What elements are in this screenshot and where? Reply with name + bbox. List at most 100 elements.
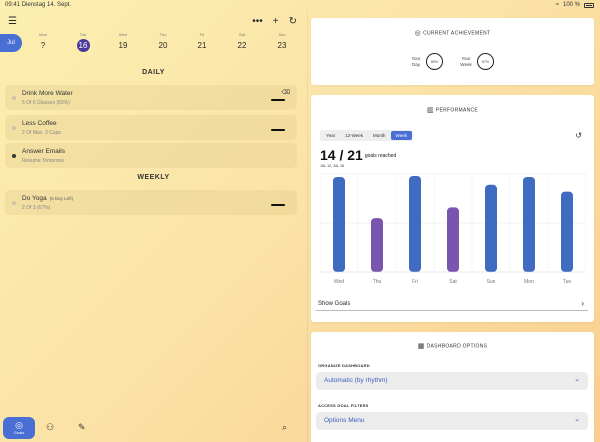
performance-chart: Wed Thu Fri Sat Sun Mon Tue [320,173,586,285]
day-date: 21 [197,41,207,50]
target-icon: ◎ [414,30,422,37]
task-row[interactable]: Less Coffee 2 Of Max. 3 Cups [5,115,297,140]
day-wed[interactable]: Wed 19 [112,32,134,52]
refresh-icon[interactable]: ↺ [575,131,582,140]
segment-12-week[interactable]: 12-Week [340,131,368,140]
show-goals-row[interactable]: Show Goals › [316,297,588,311]
task-title: Answer Emails [22,148,65,155]
day-label: Your Day [411,55,421,67]
task-title: Drink More Water [22,90,73,97]
target-icon: ◎ [15,420,23,430]
segment-year[interactable]: Year [321,131,340,140]
people-icon[interactable]: ⚇ [46,422,54,433]
day-date: 23 [277,41,287,50]
weekly-heading: WEEKLY [137,174,170,181]
performance-card: ▥ PERFORMANCE Year 12-Week Month Week ↺ 14 /… [311,95,594,322]
chevron-down-icon: ⌄ [574,416,580,423]
add-icon[interactable]: + [273,16,279,27]
day-date: 22 [237,41,247,50]
day-mon[interactable]: Mon? [32,32,54,52]
wifi-icon: ≈ [555,2,559,8]
segment-week[interactable]: Week [390,131,412,140]
trash-icon[interactable]: ⌫ [282,89,290,96]
bar-sun[interactable] [485,184,497,272]
day-name: Wed [118,32,128,37]
menu-icon[interactable]: ☰ [8,16,17,27]
week-label: Your Week [460,55,472,67]
organize-value: Automatic (by rhythm) [324,377,388,384]
chevron-right-icon: › [581,299,584,308]
goals-tab-label: Goals [13,430,25,435]
task-subtitle: Resume Tomorrow [22,158,64,164]
organize-select[interactable]: Automatic (by rhythm) ⌄ [316,372,588,390]
segment-month[interactable]: Month [368,131,391,140]
day-name: Thu [159,32,167,37]
x-tick-label: Mon [524,279,534,285]
bar-tue[interactable] [561,191,573,272]
battery-text: 100 % [562,2,580,8]
checkbox[interactable] [12,154,16,158]
bar-thu[interactable] [371,218,383,272]
bar-fri[interactable] [409,175,421,272]
organize-label: ORGANIZE DASHBOARD [318,363,370,368]
day-name: Sun [278,32,286,37]
history-icon[interactable]: ↻ [289,16,297,27]
options-card: ▦ DASHBOARD OPTIONS ORGANIZE DASHBOARD Au… [311,332,594,442]
checkbox[interactable] [12,201,16,205]
month-button[interactable]: Jul [0,34,22,52]
achievement-card: ◎ CURRENT ACHIEVEMENT Your Day 80% Your W… [311,18,594,85]
x-tick-label: Fri [412,279,418,285]
x-tick-label: Tue [563,279,572,285]
pane-divider [307,10,308,442]
more-icon[interactable]: ••• [252,16,263,27]
filters-label: ACCESS GOAL FILTERS [318,403,369,408]
progress-handle[interactable] [271,204,285,206]
task-subtitle: 5 Of 6 Glasses (83%) [22,100,70,106]
task-title: Less Coffee [22,120,57,127]
week-ring: 67% [477,53,494,70]
bar-wed[interactable] [333,176,345,272]
day-fri[interactable]: Fri 21 [191,32,213,52]
day-ring: 80% [426,53,443,70]
chevron-down-icon: ⌄ [574,376,580,383]
checkbox[interactable] [12,96,16,100]
filters-select[interactable]: Options Menu ⌄ [316,412,588,430]
task-row[interactable]: Do Yoga (6 Day Left) 2 Of 3 (67%) [5,190,297,215]
task-row[interactable]: Drink More Water 5 Of 6 Glasses (83%) ⌫ [5,85,297,110]
day-date: ? [40,41,46,50]
chart-icon: ▥ [426,107,434,114]
day-tue[interactable]: Tue 16 [72,32,94,52]
day-sun[interactable]: Sun 23 [271,32,293,52]
bar-sat[interactable] [447,207,459,272]
week-achievement: Your Week 67% [458,53,494,70]
checkbox[interactable] [12,126,16,130]
day-name: Tue [79,32,87,37]
x-tick-label: Thu [373,279,382,285]
date-range: JUL 12, JUL 18 [320,164,344,168]
progress-handle[interactable] [271,99,285,101]
goals-pane: ☰ ••• + ↻ Jul Mon? Tue 16 Wed 19 Thu 20 Fri 21 Sa… [0,10,307,442]
day-name: Mon [39,32,47,37]
task-title: Do Yoga (6 Day Left) [22,195,74,202]
options-title: ▦ DASHBOARD OPTIONS [417,343,488,350]
goals-tab[interactable]: ◎ Goals [3,417,35,439]
day-sat[interactable]: Sat 22 [231,32,253,52]
day-thu[interactable]: Thu 20 [152,32,174,52]
progress-handle[interactable] [271,129,285,131]
edit-icon[interactable]: ✎ [78,422,86,433]
grid-icon: ▦ [417,343,425,350]
day-name: Fri [199,32,205,37]
task-row[interactable]: Answer Emails Resume Tomorrow [5,143,297,168]
task-subtitle: 2 Of 3 (67%) [22,205,51,211]
day-date: 19 [118,41,128,50]
x-tick-label: Sun [487,279,496,285]
bottom-bar: ◎ Goals ⚇ ✎ ⌕ [0,414,307,442]
daily-heading: DAILY [142,69,165,76]
achievement-title: ◎ CURRENT ACHIEVEMENT [414,30,491,37]
top-actions: ••• + ↻ [252,16,297,27]
day-date: 16 [76,39,90,52]
show-goals-label: Show Goals [318,301,351,307]
search-icon[interactable]: ⌕ [282,422,287,433]
day-name: Sat [238,32,245,37]
bar-mon[interactable] [523,176,535,272]
